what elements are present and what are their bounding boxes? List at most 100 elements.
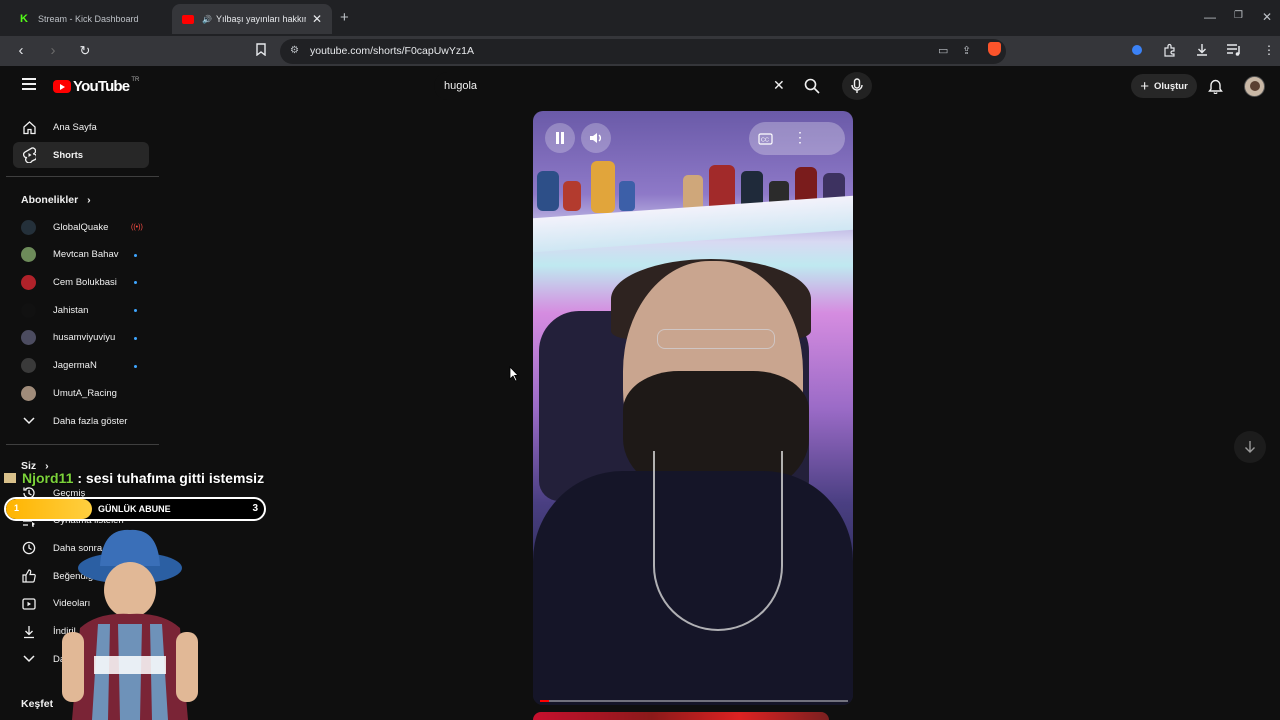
close-tab-icon[interactable]: ✕ [312, 12, 322, 26]
shorts-icon [21, 147, 37, 163]
youtube-play-logo-icon [53, 80, 71, 93]
video-icon [21, 598, 37, 610]
show-more-label: Daha fazla göster [53, 415, 128, 427]
live-indicator-icon: ((•)) [131, 224, 143, 231]
speaker-icon: 🔊 [202, 14, 212, 24]
thumbs-up-icon [21, 569, 37, 583]
sidebar-subscription-item[interactable]: UmutA_Racing [13, 380, 149, 406]
channel-avatar [21, 385, 36, 401]
arrow-down-icon [1245, 441, 1255, 453]
guide-menu-icon[interactable] [22, 78, 36, 93]
stream-chat-message: Njord11 : sesi tuhafıma gitti istemsiz [4, 470, 264, 486]
tab-kick-dashboard[interactable]: K Stream - Kick Dashboard [8, 6, 174, 32]
pause-icon [556, 132, 564, 144]
channel-avatar [21, 358, 36, 373]
browser-tab-bar: K Stream - Kick Dashboard 🔊 Yılbaşı yayı… [0, 0, 1280, 36]
download-icon [21, 625, 37, 639]
brave-shields-icon[interactable] [988, 42, 1001, 56]
country-code: TR [131, 76, 140, 83]
volume-button[interactable] [581, 123, 611, 153]
downloads-icon[interactable] [1195, 43, 1209, 60]
sidebar-item-label: Cem Bolukbasi [53, 276, 117, 288]
browser-toolbar: ‹ › ↻ ⚙ youtube.com/shorts/F0capUwYz1A ▭… [0, 36, 1280, 66]
shorts-video-player[interactable] [533, 111, 853, 705]
chat-badge-icon [4, 473, 16, 483]
sidebar-subscription-item[interactable]: husamviyuviyu [13, 325, 149, 351]
divider [6, 444, 159, 445]
sidebar-item-home[interactable]: Ana Sayfa [13, 114, 149, 140]
player-actions-bar: CC ⋮ [749, 122, 845, 155]
next-short-preview[interactable] [533, 712, 829, 720]
next-video-button[interactable] [1234, 431, 1266, 463]
cast-icon[interactable]: ▭ [938, 44, 948, 57]
media-controls-icon[interactable] [1226, 43, 1242, 60]
goal-target: 3 [252, 503, 258, 514]
tab-youtube-short[interactable]: 🔊 Yılbaşı yayınları hakkında | ✕ [172, 4, 332, 34]
progress-fill [540, 700, 550, 702]
search-button[interactable] [797, 72, 827, 100]
url-text: youtube.com/shorts/F0capUwYz1A [310, 45, 474, 57]
pause-button[interactable] [545, 123, 575, 153]
captions-icon[interactable]: CC [758, 132, 773, 150]
logo-wordmark: YouTube [73, 78, 130, 95]
extensions-icon[interactable] [1163, 43, 1177, 60]
chevron-right-icon: › [87, 194, 91, 206]
forward-icon[interactable]: › [44, 42, 62, 59]
more-options-icon[interactable]: ⋮ [793, 129, 807, 146]
share-icon[interactable]: ⇪ [962, 44, 971, 57]
back-icon[interactable]: ‹ [12, 42, 30, 59]
sidebar-subscription-item[interactable]: Jahistan [13, 297, 149, 323]
browser-menu-icon[interactable]: ⋮ [1263, 43, 1275, 57]
bookmark-icon[interactable] [252, 43, 270, 59]
show-more-button[interactable]: Daha fazla göster [13, 408, 149, 434]
channel-avatar [21, 247, 36, 263]
account-avatar[interactable] [1244, 76, 1265, 97]
tab-title: Yılbaşı yayınları hakkında | [215, 14, 306, 24]
extension-blue-icon[interactable] [1132, 45, 1142, 55]
clear-search-icon[interactable]: ✕ [773, 77, 785, 94]
sidebar-item-label: Jahistan [53, 304, 89, 316]
minimize-icon[interactable]: — [1204, 10, 1216, 24]
site-info-icon[interactable]: ⚙ [290, 45, 299, 56]
sidebar-item-label: GlobalQuake [53, 221, 109, 233]
youtube-favicon-icon [182, 14, 194, 24]
notifications-button[interactable] [1208, 78, 1223, 99]
reload-icon[interactable]: ↻ [76, 43, 94, 59]
new-content-dot-icon [134, 309, 137, 313]
sidebar-subscription-item[interactable]: GlobalQuake ((•)) [13, 214, 149, 240]
voice-search-button[interactable] [842, 72, 872, 100]
sidebar-subscription-item[interactable]: JagermaN [13, 353, 149, 379]
restore-icon[interactable]: ❐ [1234, 10, 1243, 21]
chat-message-text: : sesi tuhafıma gitti istemsiz [77, 470, 265, 486]
video-progress-bar[interactable] [540, 700, 848, 702]
subscriptions-title: Abonelikler [21, 194, 79, 206]
channel-avatar [21, 274, 36, 290]
sidebar-item-label: UmutA_Racing [53, 387, 117, 399]
sidebar-item-shorts[interactable]: Shorts [13, 142, 149, 168]
youtube-logo[interactable]: YouTube TR [53, 76, 140, 95]
new-content-dot-icon [134, 253, 137, 257]
new-tab-button[interactable]: + [340, 9, 349, 26]
necklace [653, 451, 783, 631]
mouse-cursor-icon [509, 366, 519, 382]
subscriptions-heading[interactable]: Abonelikler › [21, 194, 91, 206]
streamer-avatar-overlay [62, 529, 198, 720]
create-button[interactable]: + Oluştur [1131, 74, 1197, 98]
search-input[interactable]: hugola [444, 80, 477, 92]
sidebar-subscription-item[interactable]: Mevtcan Bahav [13, 242, 149, 268]
divider [6, 176, 159, 177]
window-close-icon[interactable]: ✕ [1262, 10, 1272, 24]
sidebar-subscription-item[interactable]: Cem Bolukbasi [13, 269, 149, 295]
microphone-icon [851, 78, 863, 93]
explore-heading: Keşfet [21, 698, 54, 710]
svg-text:CC: CC [761, 138, 769, 144]
goal-label: GÜNLÜK ABUNE [98, 504, 171, 514]
new-content-dot-icon [134, 281, 137, 285]
volume-icon [590, 133, 601, 143]
plus-icon: + [1140, 77, 1149, 95]
bell-icon [1208, 79, 1223, 95]
subscriber-goal-bar: 1 GÜNLÜK ABUNE 3 [4, 497, 266, 521]
search-box[interactable]: hugola ✕ [434, 72, 794, 100]
address-bar[interactable]: ⚙ youtube.com/shorts/F0capUwYz1A ▭ ⇪ [280, 39, 1006, 64]
sidebar-item-label: husamviyuviyu [53, 332, 116, 344]
